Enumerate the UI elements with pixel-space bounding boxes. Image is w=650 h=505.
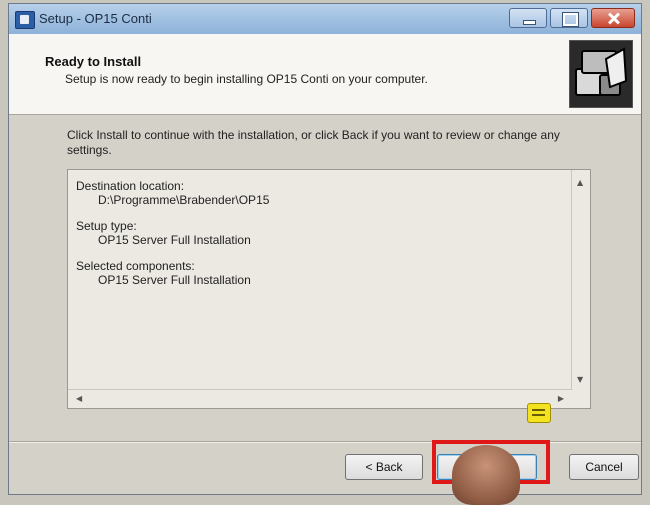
setup-computer-icon	[569, 40, 633, 108]
window-title: Setup - OP15 Conti	[39, 11, 152, 26]
setup-type-group: Setup type: OP15 Server Full Installatio…	[76, 219, 566, 247]
caption-buttons	[509, 8, 635, 28]
close-button[interactable]	[591, 8, 635, 28]
components-label: Selected components:	[76, 259, 195, 273]
page-subtitle: Setup is now ready to begin installing O…	[65, 72, 428, 86]
setup-type-label: Setup type:	[76, 219, 137, 233]
install-instruction: Click Install to continue with the insta…	[67, 128, 560, 157]
maximize-button[interactable]	[550, 8, 588, 28]
title-bar[interactable]: Setup - OP15 Conti	[9, 4, 641, 35]
summary-memo[interactable]: Destination location: D:\Programme\Brabe…	[67, 169, 591, 409]
vertical-scrollbar[interactable]: ▲ ▼	[571, 170, 590, 390]
minimize-button[interactable]	[509, 8, 547, 28]
destination-label: Destination location:	[76, 179, 185, 193]
installer-icon	[15, 11, 35, 29]
summary-content: Destination location: D:\Programme\Brabe…	[76, 179, 566, 299]
cancel-button[interactable]: Cancel	[569, 454, 639, 480]
chat-bubble-icon[interactable]	[527, 403, 551, 423]
components-value: OP15 Server Full Installation	[98, 273, 251, 287]
scroll-left-icon[interactable]: ◀	[76, 394, 82, 403]
destination-group: Destination location: D:\Programme\Brabe…	[76, 179, 566, 207]
setup-type-value: OP15 Server Full Installation	[98, 233, 251, 247]
page-title: Ready to Install	[45, 54, 142, 69]
pointing-finger	[452, 445, 520, 505]
horizontal-scrollbar[interactable]: ◀ ▶	[68, 389, 572, 408]
destination-value: D:\Programme\Brabender\OP15	[98, 193, 270, 207]
scroll-right-icon[interactable]: ▶	[558, 394, 564, 403]
scroll-down-icon[interactable]: ▼	[577, 375, 583, 384]
components-group: Selected components: OP15 Server Full In…	[76, 259, 566, 287]
scroll-up-icon[interactable]: ▲	[577, 178, 583, 187]
wizard-header: Ready to Install Setup is now ready to b…	[9, 34, 641, 115]
back-button[interactable]: < Back	[345, 454, 423, 480]
